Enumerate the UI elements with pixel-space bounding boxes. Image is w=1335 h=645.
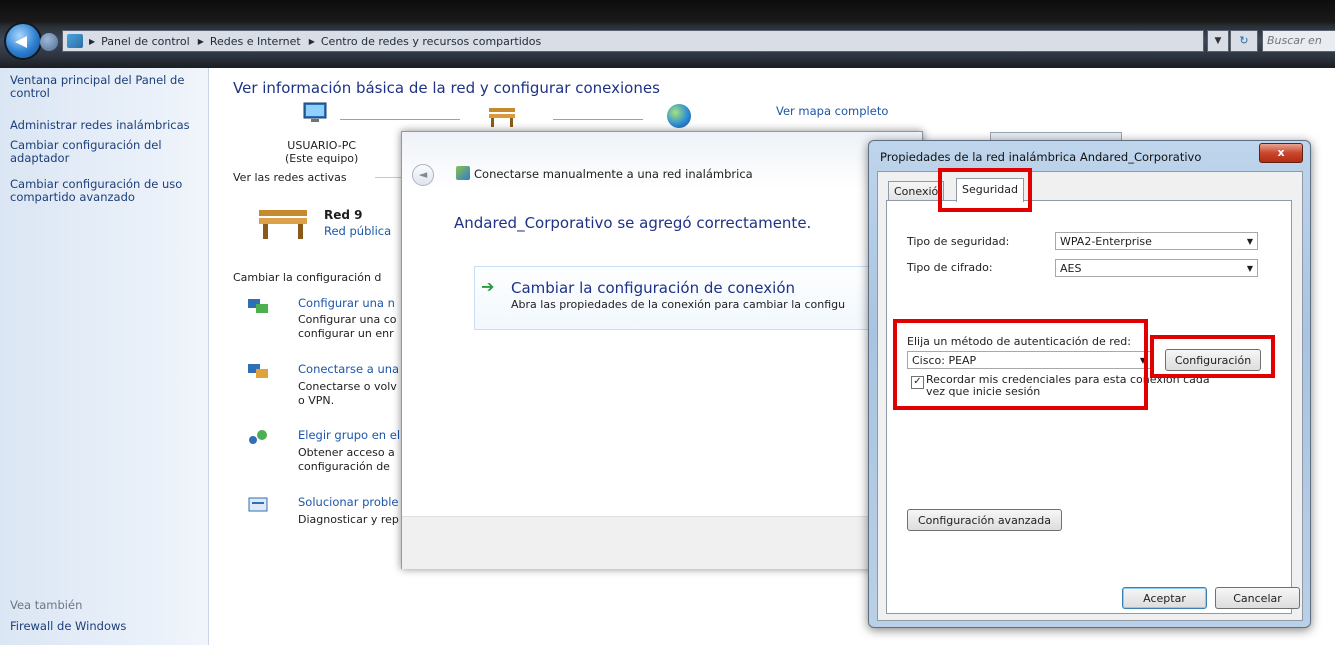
explorer-toolbar: ▶ Panel de control ▶ Redes e Internet ▶ … — [0, 0, 1335, 68]
sidebar-item-control-panel-home[interactable]: Ventana principal del Panel de control — [10, 74, 200, 100]
task-homegroup-link[interactable]: Elegir grupo en el — [298, 428, 400, 442]
cipher-type-value: AES — [1060, 262, 1082, 275]
homegroup-icon — [249, 430, 267, 444]
cancel-button[interactable]: Cancelar — [1215, 587, 1300, 609]
sidebar-item-adapter-settings[interactable]: Cambiar configuración del adaptador — [10, 139, 200, 165]
computer-note: (Este equipo) — [285, 152, 359, 165]
task-troubleshoot-link[interactable]: Solucionar proble — [298, 495, 398, 509]
task-troubleshoot-desc: Diagnosticar y rep — [298, 513, 399, 527]
address-bar[interactable]: ▶ Panel de control ▶ Redes e Internet ▶ … — [62, 30, 1204, 52]
page-title: Ver información básica de la red y confi… — [233, 79, 660, 97]
change-settings-heading: Cambiar la configuración d — [233, 271, 382, 284]
network-setup-icon — [248, 299, 268, 313]
network-name: Red 9 — [324, 208, 363, 222]
sidebar-item-advanced-sharing[interactable]: Cambiar configuración de uso compartido … — [10, 178, 200, 204]
search-input[interactable] — [1263, 31, 1335, 49]
ok-button[interactable]: Aceptar — [1122, 587, 1207, 609]
task-desc-line: Conectarse o volv — [298, 380, 397, 393]
task-desc-line: configuración de — [298, 460, 390, 473]
security-type-value: WPA2-Enterprise — [1060, 235, 1152, 248]
tab-security[interactable]: Seguridad — [956, 178, 1024, 202]
wizard-header — [402, 132, 922, 190]
see-also-heading: Vea también — [10, 598, 83, 612]
wireless-network-icon — [456, 166, 470, 180]
forward-button[interactable] — [40, 33, 58, 51]
dropdown-arrow-icon: ▼ — [1246, 264, 1253, 273]
task-setup-network-desc: Configurar una co configurar un enr — [298, 313, 397, 341]
task-connect-network-desc: Conectarse o volv o VPN. — [298, 380, 397, 408]
sidebar-item-manage-wireless[interactable]: Administrar redes inalámbricas — [10, 119, 200, 132]
computer-label: USUARIO-PC (Este equipo) — [285, 139, 358, 165]
breadcrumb-arrow-icon[interactable]: ▶ — [198, 37, 204, 46]
back-button[interactable] — [6, 24, 40, 58]
dropdown-arrow-icon: ▼ — [1246, 237, 1253, 246]
task-desc-line: configurar un enr — [298, 327, 394, 340]
green-arrow-icon: ➔ — [481, 277, 495, 296]
cipher-type-label: Tipo de cifrado: — [907, 261, 993, 274]
task-desc-line: o VPN. — [298, 394, 335, 407]
close-icon[interactable]: x — [1259, 143, 1303, 163]
task-desc-line: Diagnosticar y rep — [298, 513, 399, 526]
wizard-back-icon[interactable]: ◄ — [412, 164, 434, 186]
navigation-pane: Ventana principal del Panel de control A… — [0, 68, 209, 645]
connect-network-icon — [248, 364, 268, 378]
wizard-title: Conectarse manualmente a una red inalámb… — [474, 167, 753, 181]
highlight-settings-button — [1150, 335, 1275, 378]
security-type-select[interactable]: WPA2-Enterprise ▼ — [1055, 232, 1258, 250]
public-network-bench-icon — [489, 108, 515, 127]
command-title: Cambiar la configuración de conexión — [511, 279, 795, 297]
breadcrumb-arrow-icon[interactable]: ▶ — [309, 37, 315, 46]
computer-icon — [303, 102, 327, 122]
view-full-map-link[interactable]: Ver mapa completo — [776, 104, 888, 118]
breadcrumb-control-panel[interactable]: Panel de control — [101, 35, 190, 48]
troubleshoot-icon — [248, 497, 268, 512]
refresh-icon[interactable]: ↻ — [1230, 30, 1258, 52]
advanced-settings-button[interactable]: Configuración avanzada — [907, 509, 1062, 531]
dialog-title: Propiedades de la red inalámbrica Andare… — [880, 150, 1202, 164]
task-desc-line: Configurar una co — [298, 313, 397, 326]
task-homegroup-desc: Obtener acceso a configuración de — [298, 446, 395, 474]
public-network-bench-icon — [259, 210, 307, 239]
task-desc-line: Obtener acceso a — [298, 446, 395, 459]
active-networks-label: Ver las redes activas — [233, 171, 347, 184]
network-map-line — [553, 119, 643, 120]
task-connect-network-link[interactable]: Conectarse a una — [298, 362, 399, 376]
see-also-firewall[interactable]: Firewall de Windows — [10, 620, 200, 633]
cipher-type-select[interactable]: AES ▼ — [1055, 259, 1258, 277]
breadcrumb-network-center[interactable]: Centro de redes y recursos compartidos — [321, 35, 541, 48]
task-setup-network-link[interactable]: Configurar una n — [298, 296, 395, 310]
breadcrumb-arrow-icon[interactable]: ▶ — [89, 37, 95, 46]
internet-globe-icon — [667, 104, 691, 128]
computer-name: USUARIO-PC — [287, 139, 357, 152]
tab-connection[interactable]: Conexió — [888, 181, 945, 202]
security-type-label: Tipo de seguridad: — [907, 235, 1010, 248]
network-map-line — [340, 119, 460, 120]
search-box[interactable] — [1262, 30, 1335, 52]
connect-manually-wizard: ◄ Conectarse manualmente a una red inalá… — [401, 131, 924, 569]
wizard-footer — [402, 516, 922, 569]
wizard-success-message: Andared_Corporativo se agregó correctame… — [454, 214, 812, 232]
highlight-auth-method — [893, 319, 1148, 410]
address-dropdown-icon[interactable]: ▼ — [1207, 30, 1229, 52]
command-description: Abra las propiedades de la conexión para… — [511, 298, 846, 311]
control-panel-icon — [67, 34, 83, 48]
breadcrumb-network-internet[interactable]: Redes e Internet — [210, 35, 301, 48]
change-connection-settings-command[interactable]: ➔ Cambiar la configuración de conexión A… — [474, 266, 924, 330]
network-type-link[interactable]: Red pública — [324, 224, 391, 238]
